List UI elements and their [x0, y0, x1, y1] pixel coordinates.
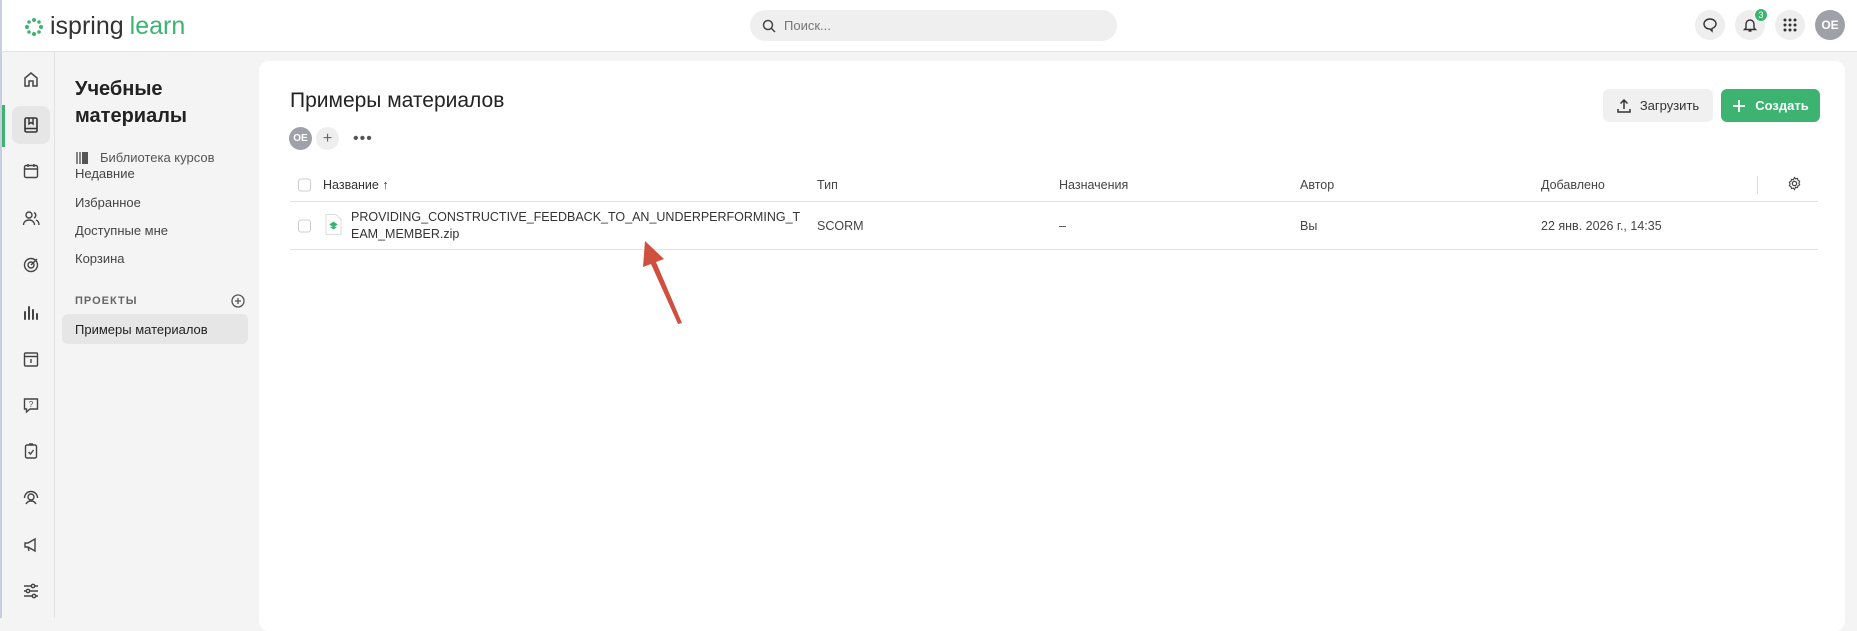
secondary-sidebar: Учебные материалы Библиотека курсов Неда… [55, 52, 259, 618]
row-added: 22 янв. 2026 г., 14:35 [1541, 218, 1662, 233]
column-type[interactable]: Тип [817, 178, 838, 192]
row-assignments: – [1059, 218, 1066, 233]
course-library-link[interactable]: Библиотека курсов [76, 150, 215, 165]
calendar-icon [23, 164, 39, 179]
user-avatar[interactable]: OE [1815, 10, 1845, 40]
question-icon: ? [23, 398, 39, 414]
upload-label: Загрузить [1639, 98, 1700, 113]
projects-header: ПРОЕКТЫ [75, 294, 245, 308]
sort-asc-icon: ↑ [382, 178, 389, 192]
more-options-icon[interactable]: ••• [353, 130, 373, 148]
sidebar-item-favorites[interactable]: Избранное [75, 195, 141, 210]
column-added[interactable]: Добавлено [1541, 178, 1605, 192]
notifications-button[interactable]: 3 [1735, 8, 1768, 40]
nav-materials[interactable] [12, 106, 50, 144]
row-type: SCORM [817, 218, 864, 233]
column-name-label: Название [323, 178, 379, 192]
column-divider [1757, 176, 1758, 194]
megaphone-icon [24, 537, 36, 553]
column-assignments[interactable]: Назначения [1059, 178, 1128, 192]
bar-chart-icon [24, 306, 38, 320]
clipboard-check-icon [24, 443, 38, 459]
content-card: Примеры материалов OE + ••• Загрузить Со… [259, 61, 1845, 631]
support-icon [23, 490, 39, 505]
project-members: OE + ••• [289, 127, 373, 150]
sliders-icon [24, 583, 38, 599]
grid-icon [1783, 18, 1797, 32]
search-icon [762, 19, 776, 33]
project-item-examples[interactable]: Примеры материалов [62, 314, 248, 344]
chat-icon [1703, 18, 1717, 33]
sidebar-item-trash[interactable]: Корзина [75, 251, 125, 266]
section-title: Учебные материалы [75, 78, 187, 127]
gear-icon [1788, 176, 1801, 191]
nav-events[interactable] [12, 340, 50, 378]
select-all-checkbox[interactable] [298, 178, 311, 192]
plus-icon [1733, 99, 1746, 112]
add-project-icon[interactable] [231, 294, 245, 308]
top-bar: ispringlearn 3 OE [0, 0, 1857, 52]
home-icon [24, 72, 38, 87]
column-settings-button[interactable] [1787, 176, 1802, 194]
upload-button[interactable]: Загрузить [1603, 89, 1713, 122]
search-box[interactable] [750, 10, 1117, 41]
notification-badge: 3 [1754, 8, 1768, 22]
nav-announcements[interactable] [12, 526, 50, 564]
search-input[interactable] [784, 18, 1084, 33]
logo-brand: ispring [50, 12, 124, 40]
file-name-link[interactable]: PROVIDING_CONSTRUCTIVE_FEEDBACK_TO_AN_UN… [351, 209, 801, 243]
table-header: Название ↑ Тип Назначения Автор Добавлен… [290, 169, 1818, 202]
nav-reports[interactable] [12, 293, 50, 331]
event-icon [23, 352, 39, 367]
projects-label: ПРОЕКТЫ [75, 295, 138, 307]
sidebar-item-recent[interactable]: Недавние [75, 166, 135, 181]
book-icon [24, 117, 38, 133]
scorm-file-icon [325, 213, 342, 238]
chat-button[interactable] [1695, 10, 1725, 40]
logo-product: learn [129, 12, 186, 40]
course-library-label: Библиотека курсов [100, 150, 215, 165]
materials-table: Название ↑ Тип Назначения Автор Добавлен… [290, 169, 1818, 250]
column-name[interactable]: Название ↑ [323, 178, 389, 192]
column-author[interactable]: Автор [1300, 178, 1334, 192]
apps-button[interactable] [1775, 10, 1805, 40]
icon-rail: ? [0, 52, 55, 618]
page-title: Примеры материалов [290, 89, 505, 112]
create-button[interactable]: Создать [1721, 89, 1820, 122]
nav-questions[interactable]: ? [12, 386, 50, 424]
nav-settings[interactable] [12, 572, 50, 610]
nav-calendar[interactable] [12, 152, 50, 190]
nav-goals[interactable] [12, 246, 50, 284]
nav-support[interactable] [12, 479, 50, 517]
table-row[interactable]: PROVIDING_CONSTRUCTIVE_FEEDBACK_TO_AN_UN… [290, 202, 1818, 250]
logo[interactable]: ispring learn [24, 12, 185, 41]
nav-home[interactable] [12, 60, 50, 98]
row-checkbox[interactable] [298, 219, 311, 232]
create-label: Создать [1755, 98, 1809, 113]
active-indicator [2, 105, 5, 147]
member-avatar[interactable]: OE [289, 127, 312, 150]
target-icon [23, 257, 39, 273]
add-member-button[interactable]: + [316, 127, 339, 150]
library-icon [76, 151, 88, 164]
nav-users[interactable] [12, 199, 50, 237]
row-author: Вы [1300, 218, 1318, 233]
sidebar-item-shared[interactable]: Доступные мне [75, 223, 168, 238]
users-icon [22, 211, 40, 226]
svg-text:?: ? [29, 400, 34, 409]
nav-tasks[interactable] [12, 432, 50, 470]
ispring-logo-icon [25, 17, 43, 36]
upload-icon [1617, 98, 1631, 113]
